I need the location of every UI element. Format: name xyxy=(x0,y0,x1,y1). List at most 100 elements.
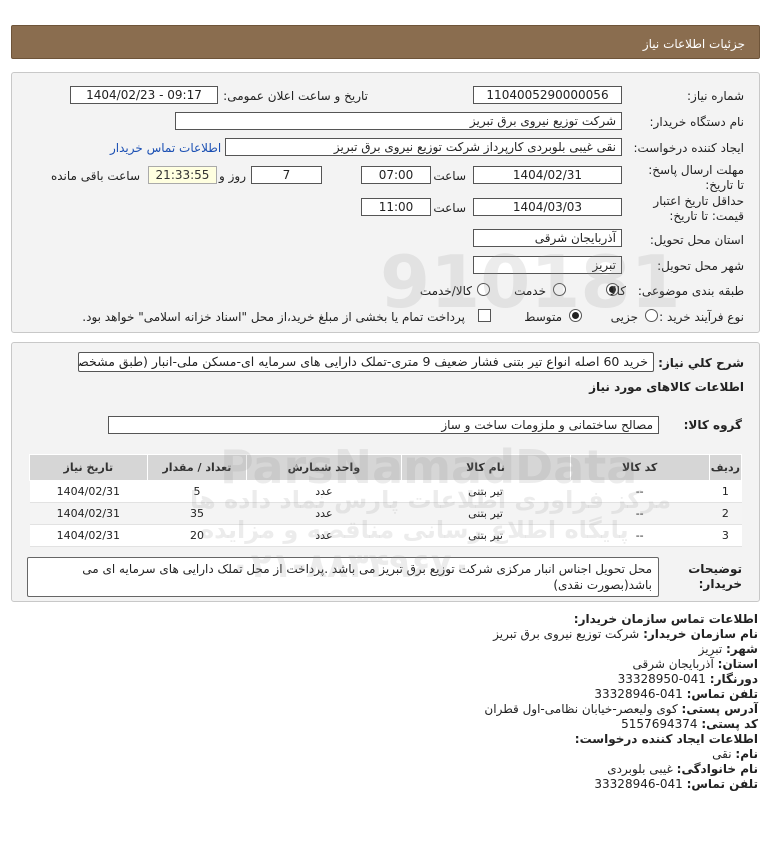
category-option-service: خدمت xyxy=(514,284,546,298)
contact-phone-row: تلفن تماس: 041-33328946 xyxy=(18,687,758,702)
contact-province-label: استان: xyxy=(717,657,758,671)
province-label: استان محل تحویل: xyxy=(649,233,744,247)
contact-address-value: کوی ولیعصر-خیابان نظامی-اول قطران xyxy=(484,702,678,716)
goods-group-field: مصالح ساختمانی و ملزومات ساخت و ساز xyxy=(108,416,659,434)
buyer-contact-link[interactable]: اطلاعات تماس خریدار xyxy=(110,141,221,155)
summary-field: خرید 60 اصله انواع تیر بتنی فشار ضعیف 9 … xyxy=(78,352,654,372)
contact-province-row: استان: آذربایجان شرقی xyxy=(18,657,758,672)
contact-phone-value: 041-33328946 xyxy=(594,687,683,701)
row-name: تیر بتنی xyxy=(401,480,571,503)
creator-phone-row: تلفن تماس: 041-33328946 xyxy=(18,777,758,792)
goods-table: ردیف کد کالا نام کالا واحد شمارش تعداد /… xyxy=(29,454,743,547)
col-header-unit: واحد شمارش xyxy=(246,454,402,481)
contact-postal-label: کد پستی: xyxy=(701,717,758,731)
days-field: 7 xyxy=(251,166,322,184)
need-number-label: شماره نیاز: xyxy=(687,89,744,103)
row-qty: 20 xyxy=(147,524,247,547)
category-option-goods: کالا xyxy=(609,284,626,298)
category-label: طبقه بندی موضوعی: xyxy=(637,284,744,298)
deadline-date-field: 1404/02/31 xyxy=(473,166,622,184)
treasury-payment-note: پرداخت تمام یا بخشی از مبلغ خرید،از محل … xyxy=(82,310,465,324)
creator-family-row: نام خانوادگی: غیبی بلوبردی xyxy=(18,762,758,777)
goods-section-title: اطلاعات کالاهای مورد نیاز xyxy=(589,380,744,394)
contact-province-value: آذربایجان شرقی xyxy=(632,657,714,671)
contact-title: اطلاعات تماس سازمان خریدار: xyxy=(573,612,758,626)
row-qty: 5 xyxy=(147,480,247,503)
col-header-name: نام کالا xyxy=(400,454,571,481)
creator-info-title: اطلاعات ایجاد کننده درخواست: xyxy=(574,732,758,746)
validity-time-label: ساعت xyxy=(433,201,466,215)
city-label: شهر محل تحویل: xyxy=(657,259,744,273)
row-unit: عدد xyxy=(246,502,402,525)
creator-name-row: نام: نقی xyxy=(18,747,758,762)
row-qty: 35 xyxy=(147,502,247,525)
treasury-payment-checkbox[interactable] xyxy=(478,309,491,322)
buyer-notes-field: محل تحویل اجناس انبار مرکزی شرکت توزیع ب… xyxy=(27,557,659,597)
buyer-field: شرکت توزیع نیروی برق تبریز xyxy=(175,112,622,130)
contact-postal-row: کد پستی: 5157694374 xyxy=(18,717,758,732)
contact-section: اطلاعات تماس سازمان خریدار: نام سازمان خ… xyxy=(18,612,758,792)
table-row: 3 -- تیر بتنی عدد 20 1404/02/31 xyxy=(29,524,742,547)
province-field: آذربایجان شرقی xyxy=(473,229,622,247)
col-header-row: ردیف xyxy=(708,454,743,481)
contact-postal-value: 5157694374 xyxy=(621,717,698,731)
creator-name-label: نام: xyxy=(735,747,758,761)
goods-table-wrap: ردیف کد کالا نام کالا واحد شمارش تعداد /… xyxy=(29,454,743,547)
row-name: تیر بتنی xyxy=(401,524,571,547)
contact-fax-label: دورنگار: xyxy=(709,672,758,686)
validity-time-field: 11:00 xyxy=(361,198,431,216)
contact-city-value: تبریز xyxy=(698,642,723,656)
creator-phone-value: 041-33328946 xyxy=(594,777,683,791)
announce-field: 1404/02/23 - 09:17 xyxy=(70,86,218,104)
table-row: 2 -- تیر بتنی عدد 35 1404/02/31 xyxy=(29,502,742,525)
days-label: روز و xyxy=(219,169,246,183)
row-date: 1404/02/31 xyxy=(29,524,148,547)
deadline-time-field: 07:00 xyxy=(361,166,431,184)
purchase-option-minor: جزیی xyxy=(610,310,638,324)
page-title-bar: جزئیات اطلاعات نیاز xyxy=(11,25,760,59)
row-unit: عدد xyxy=(246,524,402,547)
purchase-option-medium: متوسط xyxy=(524,310,562,324)
category-radio-goods-service[interactable] xyxy=(477,283,490,296)
buyer-notes-label: توضیحات خریدار: xyxy=(688,562,742,591)
contact-org-row: نام سازمان خریدار: شرکت توزیع نیروی برق … xyxy=(18,627,758,642)
row-date: 1404/02/31 xyxy=(29,480,148,503)
row-index: 3 xyxy=(709,524,742,547)
buyer-label: نام دستگاه خریدار: xyxy=(649,115,745,129)
col-header-code: کد کالا xyxy=(569,454,710,481)
col-header-qty: تعداد / مقدار xyxy=(146,454,248,481)
contact-org-label: نام سازمان خریدار: xyxy=(643,627,758,641)
contact-phone-label: تلفن تماس: xyxy=(686,687,758,701)
table-row: 1 -- تیر بتنی عدد 5 1404/02/31 xyxy=(29,480,742,503)
col-header-date: تاریخ نیاز xyxy=(29,454,148,481)
creator-field: نقی غیبی بلوبردی کارپرداز شرکت توزیع نیر… xyxy=(225,138,622,156)
row-code: -- xyxy=(570,502,710,525)
category-option-goods-service: کالا/خدمت xyxy=(419,284,472,298)
row-unit: عدد xyxy=(246,480,402,503)
contact-address-label: آدرس پستی: xyxy=(681,702,758,716)
creator-family-value: غیبی بلوبردی xyxy=(607,762,673,776)
contact-address-row: آدرس پستی: کوی ولیعصر-خیابان نظامی-اول ق… xyxy=(18,702,758,717)
contact-fax-value: 041-33328950 xyxy=(617,672,706,686)
category-radio-service[interactable] xyxy=(553,283,566,296)
purchase-type-label: نوع فرآیند خرید : xyxy=(659,310,744,324)
remaining-label: ساعت باقی مانده xyxy=(50,169,140,183)
row-name: تیر بتنی xyxy=(401,502,571,525)
contact-city-row: شهر: تبریز xyxy=(18,642,758,657)
row-date: 1404/02/31 xyxy=(29,502,148,525)
contact-fax-row: دورنگار: 041-33328950 xyxy=(18,672,758,687)
validity-date-field: 1404/03/03 xyxy=(473,198,622,216)
purchase-radio-medium[interactable] xyxy=(569,309,582,322)
announce-label: تاریخ و ساعت اعلان عمومی: xyxy=(223,89,368,103)
creator-label: ایجاد کننده درخواست: xyxy=(633,141,744,155)
purchase-radio-minor[interactable] xyxy=(645,309,658,322)
contact-org-value: شرکت توزیع نیروی برق تبریز xyxy=(493,627,640,641)
creator-family-label: نام خانوادگی: xyxy=(676,762,758,776)
creator-name-value: نقی xyxy=(712,747,732,761)
summary-label: شرح کلي نياز: xyxy=(658,356,744,370)
deadline-time-label: ساعت xyxy=(433,169,466,183)
city-field: تبریز xyxy=(473,256,622,274)
goods-table-header: ردیف کد کالا نام کالا واحد شمارش تعداد /… xyxy=(29,454,743,481)
need-number-field: 1104005290000056 xyxy=(473,86,622,104)
deadline-label: مهلت ارسال پاسخ: تا تاریخ: xyxy=(648,163,744,192)
